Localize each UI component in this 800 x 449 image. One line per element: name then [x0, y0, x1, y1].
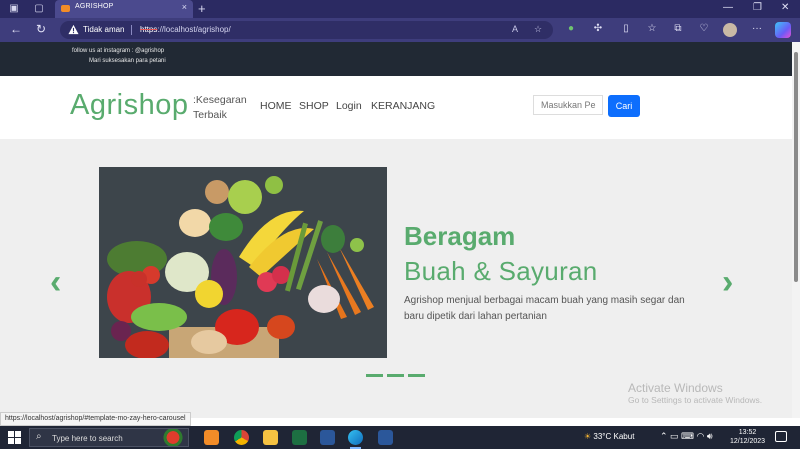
windows-start-icon[interactable]	[8, 431, 21, 444]
close-window-button[interactable]: ✕	[781, 2, 789, 13]
top-info-bar: follow us at instagram : @agrishop Mari …	[0, 42, 792, 76]
nav-login[interactable]: Login	[336, 100, 362, 112]
file-explorer-icon[interactable]	[263, 430, 278, 445]
chrome-app-icon[interactable]	[234, 430, 249, 445]
site-tagline: :Kesegaran Terbaik	[193, 94, 247, 121]
security-label[interactable]: Tidak aman	[83, 25, 125, 34]
refresh-icon[interactable]: ↻	[36, 22, 46, 36]
hero-title: Beragam	[404, 221, 516, 251]
minimize-button[interactable]: —	[723, 2, 733, 13]
carousel-indicator-2[interactable]	[387, 374, 404, 377]
site-header: Agrishop :Kesegaran Terbaik HOME SHOP Lo…	[0, 76, 792, 139]
new-tab-button[interactable]: +	[198, 1, 206, 16]
browser-titlebar: ▣ ▢ AGRISHOP × + — ❐ ✕	[0, 0, 800, 18]
motto-text: Mari suksesakan para petani	[89, 58, 166, 64]
nav-keranjang[interactable]: KERANJANG	[371, 100, 435, 112]
more-menu-icon[interactable]: ···	[751, 23, 763, 35]
notification-icon[interactable]	[775, 431, 787, 442]
nav-shop[interactable]: SHOP	[299, 100, 329, 112]
tab-close-icon[interactable]: ×	[182, 2, 187, 12]
hero-carousel: ‹ Beragam Buah & Sayuran Agrishop menjua…	[0, 139, 792, 418]
sun-icon: ☀	[584, 432, 592, 441]
taskbar-search-placeholder: Type here to search	[52, 434, 123, 443]
favorite-star-icon[interactable]: ☆	[534, 24, 542, 35]
carousel-indicator-3[interactable]	[408, 374, 425, 377]
extensions-puzzle-icon[interactable]: ✣	[592, 23, 604, 35]
favorites-icon[interactable]: ☆	[646, 23, 658, 35]
search-icon: ⌕	[36, 431, 42, 442]
hero-subtitle: Buah & Sayuran	[404, 256, 598, 286]
search-input[interactable]: Masukkan Pe	[533, 95, 603, 115]
page-viewport: follow us at instagram : @agrishop Mari …	[0, 42, 792, 418]
edge-app-icon[interactable]	[348, 430, 363, 449]
excel-app-icon[interactable]	[292, 430, 307, 445]
vegetables-illustration	[99, 167, 387, 358]
maximize-button[interactable]: ❐	[753, 2, 762, 13]
page-scrollbar[interactable]	[792, 42, 800, 418]
weather-text: 33°C Kabut	[593, 432, 635, 441]
activate-windows-subtitle: Go to Settings to activate Windows.	[628, 395, 763, 405]
split-screen-icon[interactable]: ▯	[620, 23, 632, 35]
workspaces-icon[interactable]: ▣	[8, 3, 20, 15]
status-url: https://localhost/agrishop/#template-mo-…	[0, 412, 191, 426]
read-aloud-icon[interactable]: A	[512, 24, 518, 34]
favicon-icon	[61, 5, 70, 12]
christmas-decoration-icon	[160, 429, 186, 446]
carousel-prev-icon[interactable]: ‹	[50, 263, 61, 302]
taskbar-clock[interactable]: 13:52 12/12/2023	[730, 428, 765, 446]
tab-title: AGRISHOP	[75, 3, 114, 10]
carousel-next-icon[interactable]: ›	[722, 263, 733, 302]
xampp-app-icon[interactable]	[204, 430, 219, 445]
performance-icon[interactable]: ♡	[698, 23, 710, 35]
tab-agrishop[interactable]: AGRISHOP ×	[55, 0, 193, 18]
activate-windows-title: Activate Windows	[628, 381, 723, 395]
tab-actions-icon[interactable]: ▢	[33, 3, 45, 15]
back-arrow-icon[interactable]: ←	[10, 22, 22, 36]
hero-description: Agrishop menjual berbagai macam buah yan…	[404, 295, 685, 322]
word-app-icon[interactable]	[320, 430, 335, 445]
nav-home[interactable]: HOME	[260, 100, 292, 112]
instagram-text[interactable]: follow us at instagram : @agrishop	[72, 48, 164, 54]
extension-icon[interactable]: ●	[565, 23, 577, 35]
url-rest: ://localhost/agrishop/	[157, 25, 231, 34]
collections-icon[interactable]: ⧉	[672, 23, 684, 35]
windows-taskbar: ⌕ Type here to search ☀ 33°C Kabut ⌃ ▭ ⌨…	[0, 426, 800, 449]
weather-widget[interactable]: ☀ 33°C Kabut	[584, 432, 634, 441]
clock-time: 13:52	[738, 429, 757, 436]
profile-avatar[interactable]	[723, 23, 737, 37]
clock-date: 12/12/2023	[730, 438, 766, 445]
copilot-icon[interactable]	[775, 22, 791, 38]
url-scheme: https	[140, 25, 158, 34]
carousel-indicator-1[interactable]	[366, 374, 383, 377]
search-button[interactable]: Cari	[608, 95, 640, 117]
hero-vegetables-image	[99, 167, 387, 358]
site-logo[interactable]: Agrishop	[70, 89, 188, 122]
word-app-icon-2[interactable]	[378, 430, 393, 445]
url-text[interactable]: https://localhost/agrishop/	[140, 25, 231, 34]
scrollbar-thumb[interactable]	[794, 52, 798, 282]
address-divider	[131, 25, 132, 35]
system-tray-icons[interactable]: ⌃ ▭ ⌨ ◠ 🔊︎	[660, 431, 713, 442]
address-bar[interactable]: Tidak aman https://localhost/agrishop/ A…	[60, 21, 553, 39]
warning-icon	[68, 24, 79, 35]
